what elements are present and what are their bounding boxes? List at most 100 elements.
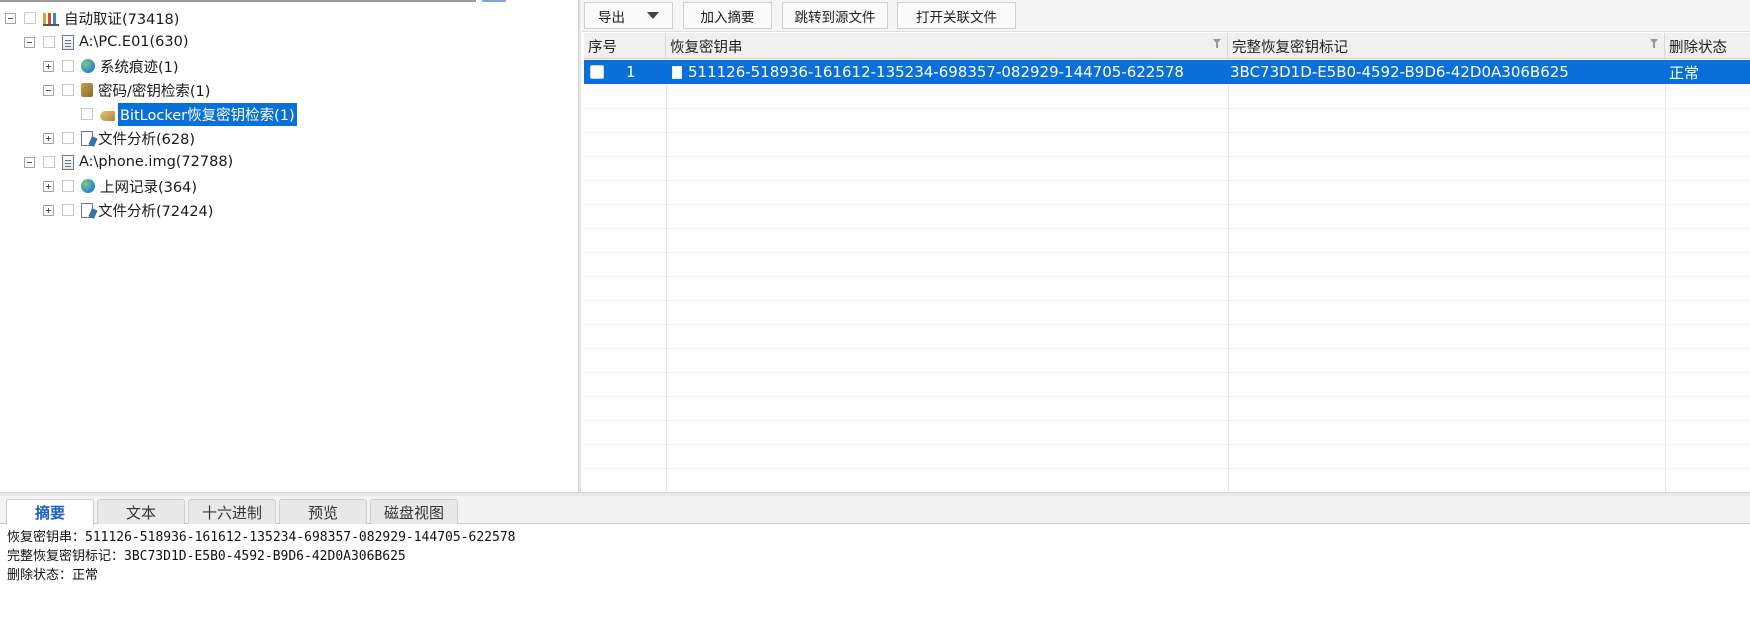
tree-node-checkbox[interactable] <box>62 204 74 216</box>
grid-row-line <box>584 396 1750 397</box>
table-row[interactable]: 1 511126-518936-161612-135234-698357-082… <box>584 60 1750 84</box>
tree-node-auto-forensics[interactable]: 自动取证(73418) <box>5 7 181 29</box>
collapse-icon[interactable] <box>24 156 35 168</box>
grid-row-line <box>584 276 1750 277</box>
summary-text-area[interactable]: 恢复密钥串：511126-518936-161612-135234-698357… <box>0 525 1750 620</box>
tree-node-web-history[interactable]: 上网记录(364) <box>43 175 199 197</box>
add-summary-button[interactable]: 加入摘要 <box>683 2 772 29</box>
tree-node-checkbox[interactable] <box>62 180 74 192</box>
filter-icon[interactable] <box>1650 39 1658 48</box>
key-id-value: 3BC73D1D-E5B0-4592-B9D6-42D0A306B625 <box>1230 63 1569 81</box>
open-related-file-button-label: 打开关联文件 <box>916 9 997 26</box>
filter-icon[interactable] <box>1213 39 1221 48</box>
tree-node-label: 系统痕迹(1) <box>100 59 179 76</box>
grid-row-line <box>584 180 1750 181</box>
column-header-index[interactable]: 序号 <box>584 33 666 59</box>
key-id-cell[interactable]: 3BC73D1D-E5B0-4592-B9D6-42D0A306B625 <box>1230 60 1569 84</box>
row-checkbox-cell[interactable] <box>590 60 604 84</box>
file-analysis-icon <box>81 202 93 218</box>
tree-node-file-analysis-phone[interactable]: 文件分析(72424) <box>43 199 215 221</box>
file-analysis-icon <box>81 130 93 146</box>
results-toolbar: 导出 加入摘要 跳转到源文件 打开关联文件 <box>582 0 1750 32</box>
tab-label: 摘要 <box>34 504 65 522</box>
tab-summary[interactable]: 摘要 <box>6 499 94 525</box>
tree-node-label: 文件分析(628) <box>98 131 195 148</box>
summary-line-delete-status: 删除状态：正常 <box>7 568 99 583</box>
tab-label: 十六进制 <box>201 503 262 522</box>
expand-icon[interactable] <box>43 204 54 216</box>
tab-label: 磁盘视图 <box>383 503 444 522</box>
grid-row-line <box>584 444 1750 445</box>
column-header-label: 恢复密钥串 <box>670 40 743 56</box>
grid-row-line <box>584 420 1750 421</box>
tab-label: 文本 <box>125 503 156 522</box>
tree-node-label: 文件分析(72424) <box>98 203 214 220</box>
tree-node-checkbox[interactable] <box>24 12 36 24</box>
evidence-bars-icon <box>43 13 59 26</box>
row-index: 1 <box>626 63 636 81</box>
detail-tabs: 摘要 文本 十六进制 预览 磁盘视图 <box>0 496 1750 525</box>
tree-node-checkbox[interactable] <box>62 60 74 72</box>
tree-node-password-search[interactable]: 密码/密钥检索(1) <box>43 79 212 101</box>
tab-text[interactable]: 文本 <box>97 499 185 524</box>
delete-status-cell[interactable]: 正常 <box>1669 60 1699 84</box>
column-header-recovery-key[interactable]: 恢复密钥串 <box>666 33 1228 59</box>
grid-row-line <box>584 108 1750 109</box>
tree-node-checkbox[interactable] <box>43 156 55 168</box>
tree-node-system-traces[interactable]: 系统痕迹(1) <box>43 55 181 77</box>
tree-node-checkbox[interactable] <box>62 84 74 96</box>
key-icon <box>81 83 93 97</box>
grid-row-line <box>584 468 1750 469</box>
tree-node-pc-e01[interactable]: A:\PC.E01(630) <box>24 31 191 53</box>
globe-icon <box>81 179 95 193</box>
grid-row-line <box>584 204 1750 205</box>
column-header-key-id[interactable]: 完整恢复密钥标记 <box>1228 33 1665 59</box>
grid-row-line <box>584 348 1750 349</box>
expand-icon[interactable] <box>43 132 54 144</box>
bitlocker-key-icon <box>100 110 115 121</box>
collapse-icon[interactable] <box>43 84 54 96</box>
tab-preview[interactable]: 预览 <box>279 499 367 524</box>
evidence-tree[interactable]: 自动取证(73418) A:\PC.E01(630) 系统痕迹(1) 密码/密钥… <box>0 0 578 492</box>
collapse-icon[interactable] <box>5 12 16 24</box>
column-header-delete-status[interactable]: 删除状态 <box>1665 33 1750 59</box>
tab-label: 预览 <box>307 503 338 522</box>
results-grid[interactable]: 序号 恢复密钥串 完整恢复密钥标记 删除状态 1 511126-518936-1… <box>584 33 1750 492</box>
record-sheet-icon <box>672 65 682 79</box>
disk-image-icon <box>62 34 74 50</box>
tree-node-label: 密码/密钥检索(1) <box>98 83 211 100</box>
goto-source-file-button[interactable]: 跳转到源文件 <box>782 2 888 29</box>
delete-status-value: 正常 <box>1669 63 1700 82</box>
tree-node-checkbox[interactable] <box>62 132 74 144</box>
grid-row-line <box>584 228 1750 229</box>
expand-icon[interactable] <box>43 180 54 192</box>
tree-node-checkbox[interactable] <box>43 36 55 48</box>
tree-node-file-analysis-pc[interactable]: 文件分析(628) <box>43 127 197 149</box>
row-checkbox[interactable] <box>590 65 604 79</box>
tree-node-phone-img[interactable]: A:\phone.img(72788) <box>24 151 235 173</box>
tab-hex[interactable]: 十六进制 <box>188 499 276 524</box>
vertical-splitter[interactable] <box>578 0 581 492</box>
tree-node-label: BitLocker恢复密钥检索(1) <box>118 102 297 126</box>
tree-node-checkbox[interactable] <box>81 108 93 120</box>
tab-disk-view[interactable]: 磁盘视图 <box>370 499 458 524</box>
recovery-key-cell[interactable]: 511126-518936-161612-135234-698357-08292… <box>672 60 1184 84</box>
recovery-key-value: 511126-518936-161612-135234-698357-08292… <box>688 63 1184 81</box>
disk-image-icon <box>62 154 74 170</box>
open-related-file-button[interactable]: 打开关联文件 <box>897 2 1016 29</box>
goto-source-file-button-label: 跳转到源文件 <box>794 9 876 26</box>
column-header-label: 删除状态 <box>1669 40 1727 56</box>
chevron-down-icon[interactable] <box>647 12 659 19</box>
collapse-icon[interactable] <box>24 36 35 48</box>
grid-row-line <box>584 300 1750 301</box>
export-button[interactable]: 导出 <box>584 2 673 29</box>
tree-search-button-edge[interactable] <box>482 0 506 2</box>
column-header-label: 序号 <box>588 40 617 56</box>
add-summary-button-label: 加入摘要 <box>700 9 755 26</box>
tree-node-label: A:\phone.img(72788) <box>79 154 234 170</box>
expand-icon[interactable] <box>43 60 54 72</box>
grid-row-line <box>584 252 1750 253</box>
grid-row-line <box>584 324 1750 325</box>
tree-node-bitlocker-recovery[interactable]: BitLocker恢复密钥检索(1) <box>81 102 297 126</box>
summary-line-recovery-key: 恢复密钥串：511126-518936-161612-135234-698357… <box>7 530 516 545</box>
